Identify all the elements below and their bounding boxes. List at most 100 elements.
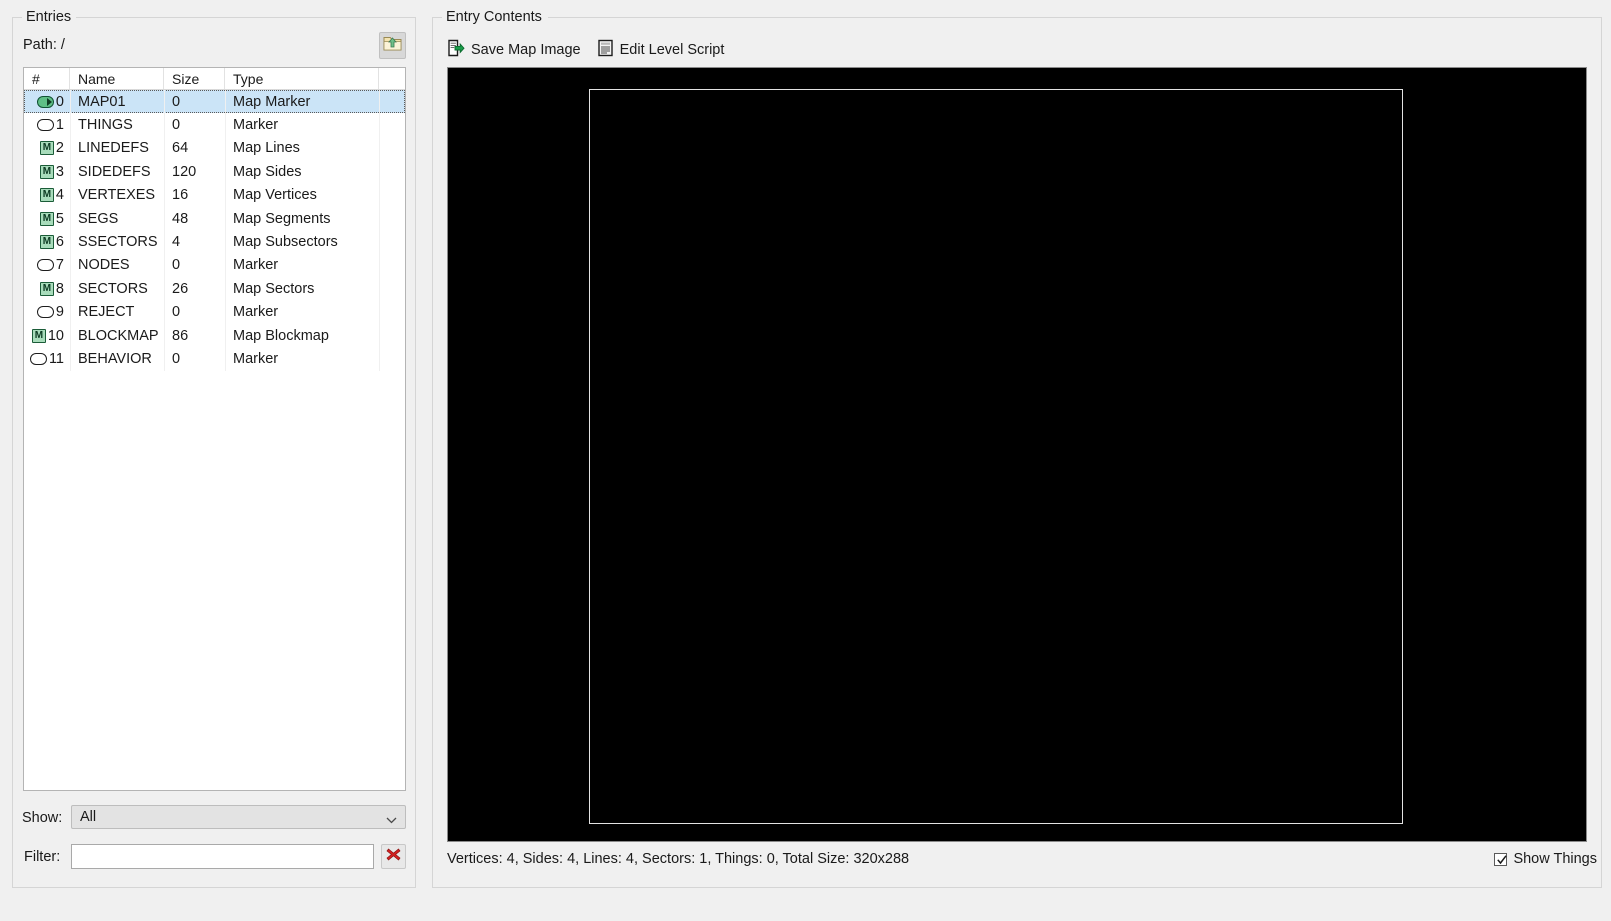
entry-index-cell: M 10 <box>24 328 70 344</box>
entry-index-cell: 9 <box>24 304 70 320</box>
column-header-num[interactable]: # <box>24 68 70 89</box>
map-entry-icon: M <box>39 211 54 226</box>
entry-name: VERTEXES <box>78 187 156 204</box>
entry-index: 3 <box>55 163 64 180</box>
table-row[interactable]: M 10 BLOCKMAP 86 Map Blockmap <box>24 324 405 347</box>
show-filter-select[interactable]: All <box>71 805 406 829</box>
map-entry-icon: M <box>39 188 54 203</box>
map-entry-icon: M <box>39 141 54 156</box>
entry-index: 10 <box>47 327 64 344</box>
table-row[interactable]: M 2 LINEDEFS 64 Map Lines <box>24 137 405 160</box>
map-entry-icon: M <box>39 281 54 296</box>
table-row[interactable]: M 8 SECTORS 26 Map Sectors <box>24 277 405 300</box>
entry-index: 0 <box>55 93 64 110</box>
chevron-down-icon <box>386 813 397 824</box>
entry-index-cell: M5 <box>24 211 70 227</box>
entry-index: 4 <box>55 187 64 204</box>
table-row[interactable]: M 3 SIDEDEFS 120 Map Sides <box>24 160 405 183</box>
entry-index-cell: 11 <box>24 351 70 367</box>
entry-type: Map Subsectors <box>233 234 338 251</box>
table-row[interactable]: 7 NODES 0 Marker <box>24 254 405 277</box>
table-row[interactable]: 0 MAP01 0 Map Marker <box>24 90 405 114</box>
clear-filter-button[interactable] <box>381 844 406 869</box>
entry-index-cell: M3 <box>24 164 70 180</box>
entry-type: Marker <box>233 117 279 134</box>
entry-index-cell: M2 <box>24 140 70 156</box>
show-filter-value: All <box>80 809 97 825</box>
entry-name: SSECTORS <box>78 234 158 251</box>
entry-index: 9 <box>55 304 64 321</box>
entry-index: 8 <box>55 280 64 297</box>
column-header-spacer <box>379 68 405 89</box>
entry-index-cell: 0 <box>24 94 70 110</box>
entry-name: SEGS <box>78 210 119 227</box>
entry-size: 26 <box>172 280 189 297</box>
table-row[interactable]: M 4 VERTEXES 16 Map Vertices <box>24 184 405 207</box>
entry-size: 4 <box>172 234 181 251</box>
entry-index-cell: 7 <box>24 257 70 273</box>
entry-type: Map Vertices <box>233 187 317 204</box>
entry-type: Map Marker <box>233 93 311 110</box>
table-row[interactable]: 11 BEHAVIOR 0 Marker <box>24 347 405 370</box>
column-header-type[interactable]: Type <box>225 68 379 89</box>
table-row[interactable]: 1 THINGS 0 Marker <box>24 113 405 136</box>
entry-name: REJECT <box>78 304 135 321</box>
map-status-text: Vertices: 4, Sides: 4, Lines: 4, Sectors… <box>447 851 910 867</box>
map-entry-icon: M <box>39 164 54 179</box>
marker-icon <box>29 352 47 365</box>
edit-level-script-button[interactable]: Edit Level Script <box>597 39 725 61</box>
entry-type: Map Sectors <box>233 280 315 297</box>
marker-icon <box>36 259 54 272</box>
go-up-directory-button[interactable] <box>379 32 406 59</box>
filter-input[interactable] <box>71 844 374 869</box>
entry-index: 1 <box>55 117 64 134</box>
entry-type: Marker <box>233 257 279 274</box>
entry-type: Marker <box>233 350 279 367</box>
table-row[interactable]: M 6 SSECTORS 4 Map Subsectors <box>24 230 405 253</box>
entries-list[interactable]: # Name Size Type 0 MAP01 0 Map Marker 1 THING… <box>23 67 406 791</box>
table-row[interactable]: M 5 SEGS 48 Map Segments <box>24 207 405 230</box>
column-header-size[interactable]: Size <box>164 68 225 89</box>
show-things-label: Show Things <box>1513 851 1597 867</box>
show-things-checkbox[interactable]: Show Things <box>1494 851 1597 867</box>
column-header-name[interactable]: Name <box>70 68 164 89</box>
entry-index-cell: M8 <box>24 281 70 297</box>
entry-size: 0 <box>172 93 181 110</box>
entry-type: Marker <box>233 304 279 321</box>
entry-size: 48 <box>172 210 189 227</box>
entry-index: 7 <box>55 257 64 274</box>
entry-name: NODES <box>78 257 130 274</box>
checkbox-box[interactable] <box>1494 852 1508 866</box>
folder-up-icon <box>383 35 402 56</box>
show-filter-label: Show: <box>22 810 63 826</box>
save-map-image-button[interactable]: Save Map Image <box>447 39 581 61</box>
entry-index: 11 <box>48 350 64 367</box>
entry-size: 64 <box>172 140 189 157</box>
entry-index: 6 <box>55 234 64 251</box>
entry-index-cell: 1 <box>24 117 70 133</box>
entry-name: SECTORS <box>78 280 148 297</box>
map-sector-outline <box>589 89 1403 824</box>
entry-size: 120 <box>172 163 197 180</box>
entries-list-header: # Name Size Type <box>24 68 405 90</box>
entry-index: 2 <box>55 140 64 157</box>
entries-panel-title: Entries <box>22 8 77 26</box>
entry-name: THINGS <box>78 117 133 134</box>
entry-type: Map Blockmap <box>233 327 329 344</box>
red-x-icon <box>385 846 402 867</box>
map-preview-canvas[interactable] <box>447 67 1587 842</box>
entry-name: SIDEDEFS <box>78 163 151 180</box>
entry-name: BLOCKMAP <box>78 327 159 344</box>
entry-size: 0 <box>172 304 181 321</box>
map-entry-icon: M <box>39 235 54 250</box>
edit-level-script-label: Edit Level Script <box>619 41 725 58</box>
entry-size: 0 <box>172 117 181 134</box>
checkmark-icon <box>1497 854 1508 864</box>
entry-type: Map Lines <box>233 140 300 157</box>
entry-type: Map Sides <box>233 163 302 180</box>
map-marker-icon <box>36 95 54 108</box>
entry-size: 86 <box>172 327 189 344</box>
entry-contents-title: Entry Contents <box>442 8 547 26</box>
script-document-icon <box>597 39 614 61</box>
table-row[interactable]: 9 REJECT 0 Marker <box>24 301 405 324</box>
